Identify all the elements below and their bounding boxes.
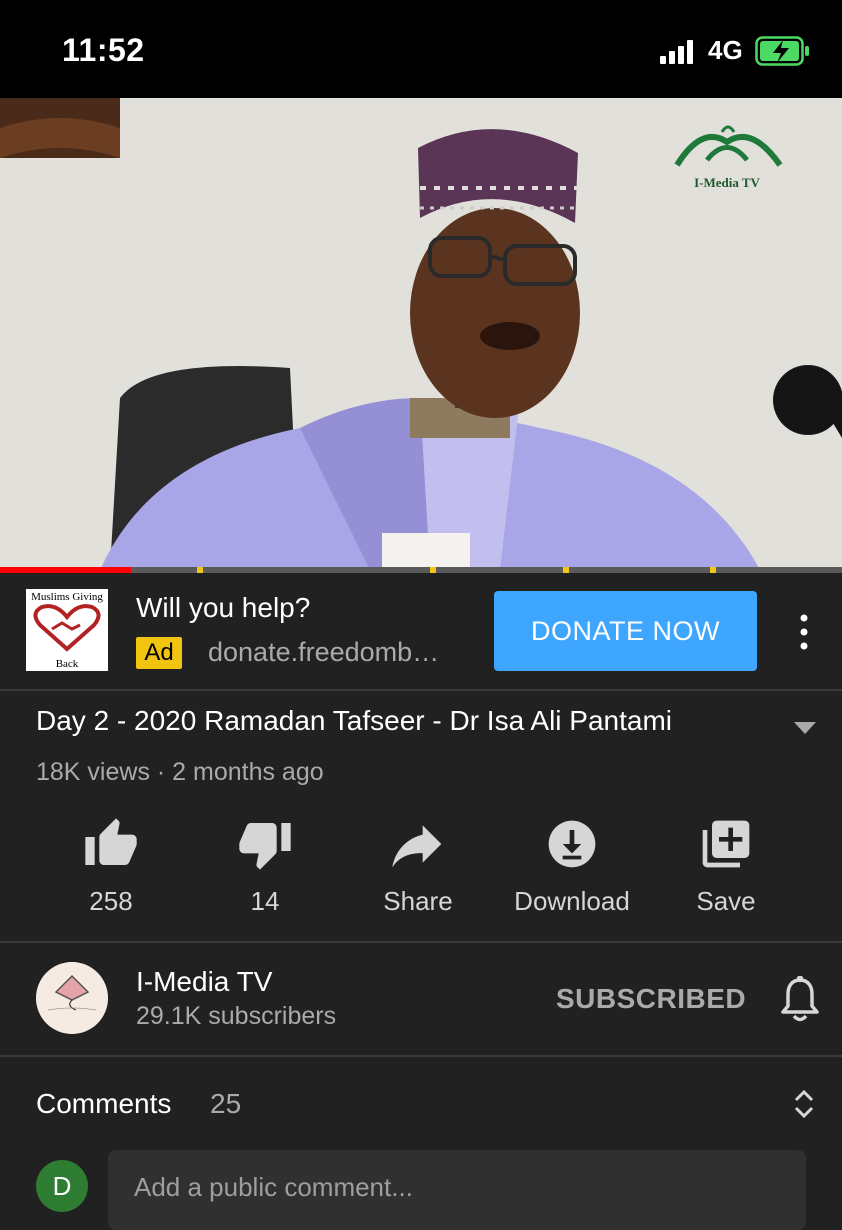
watermark-text: I-Media TV <box>694 175 760 190</box>
ad-thumb-text-top: Muslims Giving <box>31 591 103 603</box>
divider <box>0 941 842 943</box>
like-count: 258 <box>89 886 133 916</box>
like-button[interactable]: 258 <box>46 816 176 917</box>
chevron-down-icon[interactable] <box>790 718 820 738</box>
share-label: Share <box>383 886 453 916</box>
ad-thumbnail[interactable]: Muslims Giving Back <box>26 589 108 671</box>
channel-name[interactable]: I-Media TV <box>136 966 272 998</box>
divider <box>0 1055 842 1057</box>
signal-icon <box>660 40 693 64</box>
progress-fill <box>0 567 131 573</box>
ad-thumb-text-bottom: Back <box>55 658 79 670</box>
channel-avatar[interactable] <box>36 962 108 1034</box>
subscriber-count: 29.1K subscribers <box>136 1002 337 1030</box>
network-type: 4G <box>708 35 743 65</box>
playlist-add-icon <box>702 820 750 868</box>
ad-marker <box>710 567 716 573</box>
download-icon <box>548 820 596 868</box>
ad-marker <box>563 567 569 573</box>
subscribe-button[interactable]: SUBSCRIBED <box>556 983 746 1015</box>
ad-url[interactable]: donate.freedomb… <box>208 637 470 668</box>
download-label: Download <box>514 886 630 916</box>
dislike-button[interactable]: 14 <box>200 816 330 917</box>
ad-badge: Ad <box>136 637 182 669</box>
comment-placeholder[interactable]: Add a public comment... <box>134 1172 413 1203</box>
expand-collapse-icon[interactable] <box>792 1086 816 1122</box>
battery-charging-icon <box>755 36 809 66</box>
watermark-logo-icon <box>674 125 783 167</box>
ad-marker <box>197 567 203 573</box>
share-arrow-icon <box>392 825 442 868</box>
comments-label[interactable]: Comments <box>36 1088 171 1120</box>
heart-handshake-icon <box>33 604 101 652</box>
status-time: 11:52 <box>62 32 145 68</box>
more-options-icon[interactable] <box>795 612 813 652</box>
comments-count: 25 <box>210 1088 242 1119</box>
ad-marker <box>430 567 436 573</box>
dislike-count: 14 <box>250 886 280 916</box>
user-avatar: D <box>36 1160 88 1212</box>
save-label: Save <box>696 886 756 916</box>
video-meta: 18K views · 2 months ago <box>36 758 324 786</box>
channel-logo-icon <box>36 962 108 1034</box>
download-button[interactable]: Download <box>507 816 637 917</box>
divider <box>0 689 842 691</box>
save-button[interactable]: Save <box>661 816 791 917</box>
ad-title[interactable]: Will you help? <box>136 592 310 624</box>
share-button[interactable]: Share <box>353 816 483 917</box>
thumbs-up-icon <box>85 818 137 865</box>
channel-watermark: I-Media TV <box>662 120 792 192</box>
donate-now-button[interactable]: DONATE NOW <box>494 591 757 671</box>
video-title[interactable]: Day 2 - 2020 Ramadan Tafseer - Dr Isa Al… <box>36 705 672 737</box>
notification-bell-icon[interactable] <box>780 976 820 1022</box>
video-player[interactable]: I-Media TV <box>0 98 842 570</box>
thumbs-down-icon <box>239 823 291 870</box>
